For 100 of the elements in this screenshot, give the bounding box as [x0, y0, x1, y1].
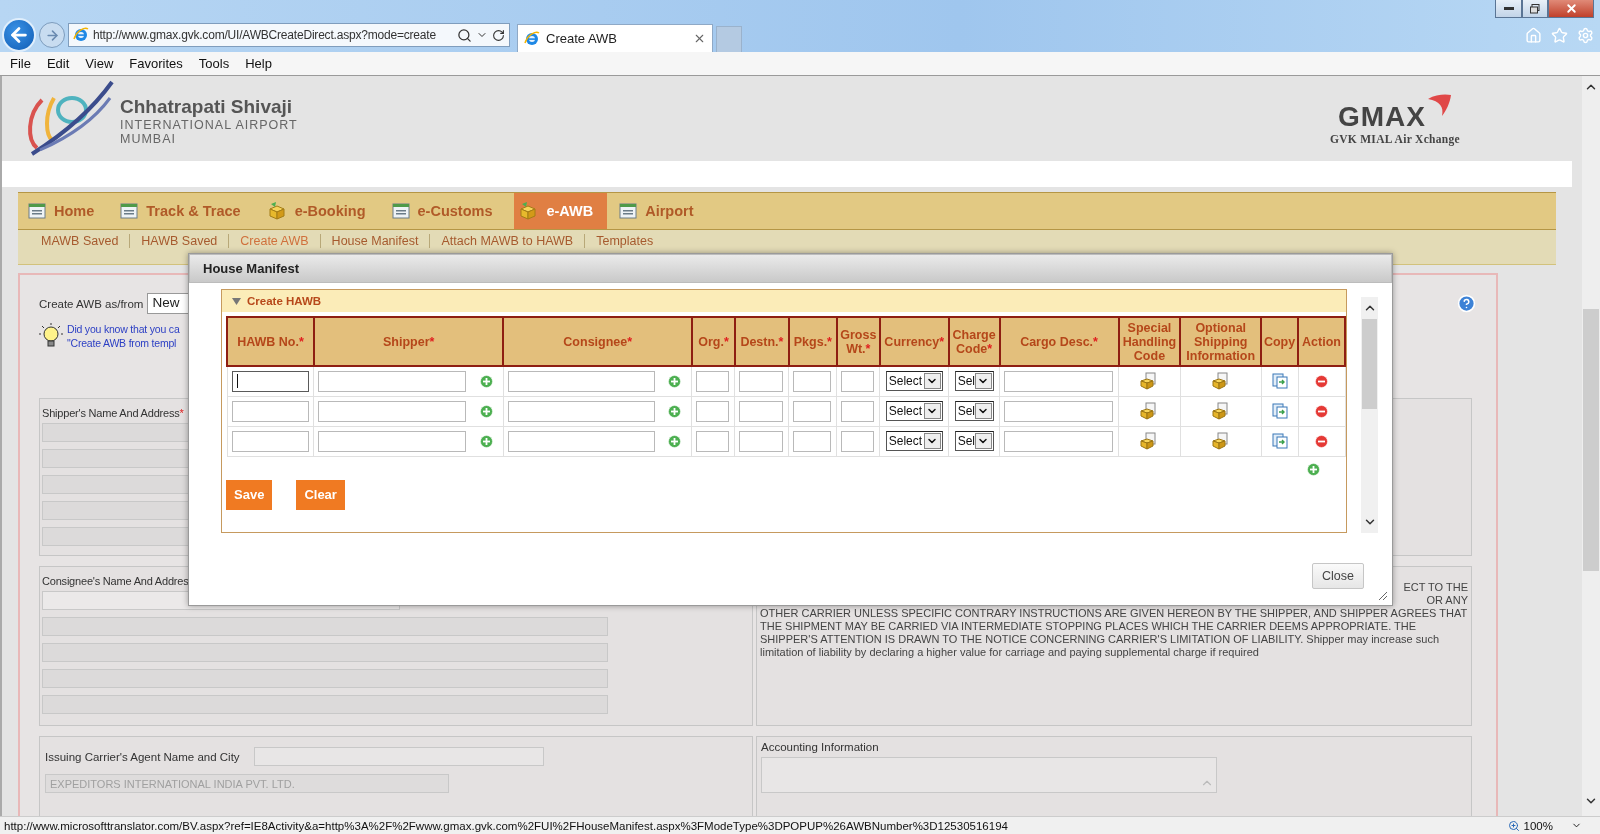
dropdown[interactable]: Select: [885, 401, 943, 421]
add-icon[interactable]: [479, 374, 493, 388]
column-header: HAWB No.*: [227, 317, 314, 366]
parcel-icon: [518, 201, 539, 221]
carrier-field: EXPEDITORS INTERNATIONAL INDIA PVT. LTD.: [45, 774, 449, 793]
search-icon[interactable]: [457, 27, 472, 43]
text-field[interactable]: [1004, 370, 1114, 392]
sub-nav-link[interactable]: MAWB Saved: [30, 234, 130, 248]
text-field[interactable]: [739, 370, 784, 392]
parcel-document-icon[interactable]: [1210, 372, 1231, 391]
column-header: Copy: [1261, 317, 1298, 366]
remove-icon[interactable]: [1315, 434, 1328, 448]
refresh-icon[interactable]: [492, 28, 505, 42]
menu-item[interactable]: View: [77, 56, 122, 71]
menu-item[interactable]: File: [2, 56, 39, 71]
text-field[interactable]: [841, 430, 875, 452]
add-icon[interactable]: [668, 374, 682, 388]
column-header: Action: [1298, 317, 1345, 366]
conditions-text: ECT TO THE: [1403, 581, 1468, 593]
accounting-label: Accounting Information: [761, 741, 879, 753]
help-icon[interactable]: [1457, 294, 1476, 313]
text-field[interactable]: [318, 430, 467, 452]
text-field[interactable]: [1004, 400, 1114, 422]
remove-icon[interactable]: [1315, 374, 1328, 388]
column-header: Gross Wt.*: [836, 317, 880, 366]
airport-subtitle: INTERNATIONAL AIRPORT: [120, 118, 298, 133]
close-icon: [1564, 2, 1578, 15]
address-bar[interactable]: http://www.gmax.gvk.com/UI/AWBCreateDirect.aspx?mode=create: [68, 23, 510, 47]
copy-icon[interactable]: [1271, 373, 1288, 390]
section-header[interactable]: Create HAWB: [222, 290, 1346, 312]
zoom-icon: [1507, 819, 1520, 832]
form-icon: [619, 202, 638, 220]
text-field[interactable]: [507, 370, 655, 392]
scrollbar[interactable]: [1582, 76, 1600, 816]
tip-text[interactable]: Did you know that you ca "Create AWB from templ: [67, 322, 180, 352]
column-header: Charge Code*: [948, 317, 1000, 366]
column-header: Pkgs.*: [788, 317, 837, 366]
back-button[interactable]: [2, 18, 36, 52]
airport-name: Chhatrapati Shivaji: [120, 96, 294, 119]
restore-button[interactable]: [1522, 0, 1548, 18]
consignee-label: Consignee's Name And Addres: [42, 575, 189, 587]
text-field[interactable]: [696, 430, 730, 452]
text-field[interactable]: [507, 430, 655, 452]
menu-item[interactable]: Edit: [38, 56, 78, 71]
menu-item[interactable]: Help: [237, 56, 280, 71]
home-icon[interactable]: [1525, 26, 1542, 44]
text-field[interactable]: [231, 430, 309, 452]
forward-button[interactable]: [39, 22, 65, 48]
resize-grip-icon[interactable]: [1378, 591, 1388, 601]
text-field[interactable]: [793, 430, 832, 452]
text-field[interactable]: [739, 430, 784, 452]
column-header: Destn.*: [734, 317, 789, 366]
text-field[interactable]: [793, 370, 832, 392]
dropdown[interactable]: Sel: [954, 371, 994, 392]
close-button[interactable]: [1548, 0, 1594, 18]
dropdown[interactable]: Select: [885, 371, 943, 392]
new-tab-button[interactable]: [716, 26, 742, 52]
status-url: http://www.microsofttranslator.com/BV.aspx?ref=IE8Activity&a=http%3A%2F%2Fwww.gmax.gvk.com%2FUI%2FHouseManifest.aspx%3FModeType%3DPOPUP%26AWBNumber%3D12530516194: [4, 819, 1009, 832]
close-button[interactable]: Close: [1312, 563, 1364, 589]
close-icon[interactable]: [693, 32, 706, 45]
sub-nav-link[interactable]: Attach MAWB to HAWB: [429, 234, 585, 248]
text-field[interactable]: [318, 370, 467, 392]
dropdown[interactable]: Select: [885, 431, 943, 451]
sub-nav-link[interactable]: House Manifest: [319, 234, 430, 248]
copy-icon[interactable]: [1271, 403, 1288, 419]
settings-icon[interactable]: [1577, 26, 1594, 44]
remove-icon[interactable]: [1315, 404, 1328, 418]
zoom-level[interactable]: 100%: [1523, 819, 1553, 832]
text-field[interactable]: [231, 400, 309, 422]
star-icon[interactable]: [1551, 26, 1568, 44]
browser-tab[interactable]: Create AWB: [517, 24, 713, 52]
text-field[interactable]: [841, 370, 875, 392]
text-field[interactable]: [793, 400, 832, 422]
add-icon[interactable]: [668, 404, 682, 418]
sub-nav-link[interactable]: HAWB Saved: [129, 234, 229, 248]
add-icon[interactable]: [479, 404, 493, 418]
copy-icon[interactable]: [1271, 433, 1288, 449]
text-field[interactable]: [696, 400, 730, 422]
column-header: Consignee*: [503, 317, 692, 366]
add-row-icon[interactable]: [1307, 462, 1320, 476]
scrollbar[interactable]: [1361, 297, 1378, 533]
add-icon[interactable]: [668, 434, 682, 448]
text-field[interactable]: [318, 400, 467, 422]
add-icon[interactable]: [479, 434, 493, 448]
dropdown[interactable]: Sel: [954, 401, 994, 421]
menu-item[interactable]: Tools: [190, 56, 238, 71]
menu-item[interactable]: Favorites: [121, 56, 191, 71]
text-field[interactable]: [696, 370, 730, 392]
text-field[interactable]: [507, 400, 655, 422]
text-field[interactable]: [1004, 430, 1114, 452]
accounting-field[interactable]: [761, 757, 1217, 793]
sub-nav-link[interactable]: Templates: [584, 234, 665, 248]
parcel-document-icon[interactable]: [1210, 402, 1231, 420]
parcel-document-icon[interactable]: [1210, 432, 1231, 450]
column-header: Special Handling Code: [1118, 317, 1181, 366]
text-field[interactable]: [739, 400, 784, 422]
text-field[interactable]: [231, 370, 309, 392]
minimize-button[interactable]: [1495, 0, 1522, 18]
dropdown[interactable]: Sel: [954, 431, 994, 451]
text-field[interactable]: [841, 400, 875, 422]
